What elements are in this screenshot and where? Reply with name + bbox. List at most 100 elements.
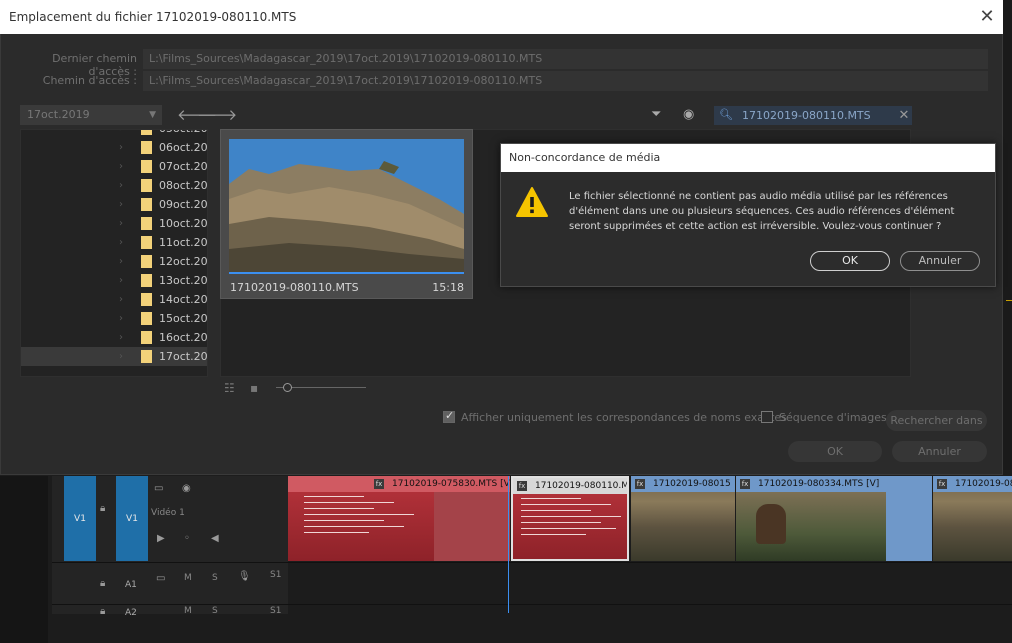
chevron-right-icon[interactable]: › <box>119 138 123 157</box>
solo-button-a1[interactable]: S <box>212 573 218 583</box>
image-sequence-checkbox[interactable] <box>761 411 773 423</box>
alert-ok-button[interactable]: OK <box>810 251 890 271</box>
folder-name: 13oct.2019 <box>159 274 208 287</box>
folder-name: 08oct.2019 <box>159 179 208 192</box>
s1-label-a1: S1 <box>270 570 282 580</box>
mute-button-a1[interactable]: M <box>184 573 192 583</box>
clip-name: 17102019-08 <box>955 479 1012 489</box>
folder-icon <box>141 198 152 211</box>
solo-button-a2[interactable]: S <box>212 606 218 616</box>
alert-message: Le fichier sélectionné ne contient pas a… <box>569 189 979 234</box>
forward-arrow-icon[interactable]: 🡒 <box>197 105 237 125</box>
v1-source-patch[interactable]: V1 <box>64 476 96 561</box>
folder-icon <box>141 217 152 230</box>
film-icon[interactable]: ▭ <box>154 483 163 494</box>
lock-icon-a1[interactable]: 🔒︎ <box>100 578 105 589</box>
timeline-clip[interactable]: fx 17102019-08015 <box>631 476 735 561</box>
fx-badge: fx <box>517 480 527 491</box>
playhead[interactable] <box>508 476 509 613</box>
folder-tree-item[interactable]: › 07oct.2019 <box>21 157 207 176</box>
chevron-right-icon[interactable]: › <box>119 157 123 176</box>
alert-title: Non-concordance de média <box>501 144 995 172</box>
clear-search-icon[interactable]: ✕ <box>897 106 911 125</box>
exact-match-checkbox[interactable]: ✓ <box>443 409 455 423</box>
folder-name: 17oct.2019 <box>159 350 208 363</box>
eye-icon[interactable]: ◉ <box>182 483 191 494</box>
folder-tree-item[interactable]: › 12oct.2019 <box>21 252 207 271</box>
folder-name: 09oct.2019 <box>159 198 208 211</box>
chevron-right-icon[interactable]: › <box>119 347 123 366</box>
close-icon[interactable]: ✕ <box>975 5 999 29</box>
chevron-right-icon[interactable]: › <box>119 195 123 214</box>
v1-target-track[interactable]: V1 <box>116 476 148 561</box>
folder-tree-item[interactable]: › 14oct.2019 <box>21 290 207 309</box>
chevron-right-icon[interactable]: › <box>119 214 123 233</box>
mute-button-a2[interactable]: M <box>184 606 192 616</box>
dialog-cancel-button[interactable]: Annuler <box>892 441 987 462</box>
microphone-icon[interactable]: 🎙︎ <box>238 571 251 582</box>
folder-tree-item[interactable]: › 11oct.2019 <box>21 233 207 252</box>
search-input[interactable]: 17102019-080110.MTS <box>714 106 912 125</box>
clip-name: 17102019-080110.M <box>535 481 627 491</box>
clip-name: 17102019-075830.MTS [V] <box>392 479 510 489</box>
folder-tree-item[interactable]: › 16oct.2019 <box>21 328 207 347</box>
zoom-slider-handle[interactable] <box>283 383 292 392</box>
chevron-right-icon[interactable]: › <box>119 290 123 309</box>
chevron-right-icon[interactable]: › <box>119 328 123 347</box>
lock-icon-a2[interactable]: 🔒︎ <box>100 606 105 617</box>
folder-name: 05oct.2019 <box>159 130 207 138</box>
chevron-right-icon[interactable]: › <box>119 271 123 290</box>
sync-icon[interactable]: ▭ <box>156 573 165 584</box>
check-icon: ✓ <box>445 409 455 422</box>
search-in-button[interactable]: Rechercher dans <box>886 410 987 431</box>
icon-view-icon[interactable]: ▪ <box>250 381 258 395</box>
folder-tree-item[interactable]: › 06oct.2019 <box>21 138 207 157</box>
chevron-right-icon[interactable]: › <box>119 252 123 271</box>
chevron-down-icon: ▼ <box>149 110 156 120</box>
folder-tree-item[interactable]: › 08oct.2019 <box>21 176 207 195</box>
file-thumbnail-image[interactable] <box>229 139 464 272</box>
list-view-icon[interactable]: ☷ <box>224 381 235 395</box>
folder-tree-item[interactable]: › 13oct.2019 <box>21 271 207 290</box>
path-label: Chemin d'accès : <box>42 74 137 87</box>
folder-name: 11oct.2019 <box>159 236 208 249</box>
folder-name: 12oct.2019 <box>159 255 208 268</box>
alert-message-line: d'élément dans une ou plusieurs séquence… <box>569 206 955 217</box>
path-field[interactable]: L:\Films_Sources\Madagascar_2019\17oct.2… <box>143 71 988 91</box>
timeline-clip[interactable]: fx 17102019-08 <box>933 476 1012 561</box>
folder-tree-item[interactable]: › 10oct.2019 <box>21 214 207 233</box>
prev-keyframe-icon[interactable]: ◀ <box>211 533 219 544</box>
alert-message-line: Le fichier sélectionné ne contient pas a… <box>569 191 948 202</box>
play-icon[interactable]: ▶ <box>157 533 165 544</box>
folder-tree-item[interactable]: › 05oct.2019 <box>21 130 207 138</box>
dialog-ok-button[interactable]: OK <box>788 441 882 462</box>
chevron-right-icon[interactable]: › <box>119 130 123 138</box>
alert-cancel-button[interactable]: Annuler <box>900 251 980 271</box>
clip-name: 17102019-080334.MTS [V] <box>758 479 880 489</box>
folder-icon <box>141 293 152 306</box>
folder-tree[interactable]: › 05oct.2019 › 06oct.2019 › 07oct.2019 › 08oct.… <box>20 129 208 377</box>
chevron-right-icon[interactable]: › <box>119 233 123 252</box>
s1-label-a2: S1 <box>270 606 282 616</box>
keyframe-icon[interactable]: ◦ <box>184 533 190 544</box>
lock-icon[interactable]: 🔒︎ <box>100 503 105 514</box>
exact-match-label: Afficher uniquement les correspondances … <box>461 411 787 424</box>
folder-dropdown-value: 17oct.2019 <box>27 108 90 121</box>
track-separator <box>52 604 1012 605</box>
filter-icon[interactable]: ⏷ <box>651 107 661 122</box>
chevron-right-icon[interactable]: › <box>119 309 123 328</box>
chevron-right-icon[interactable]: › <box>119 176 123 195</box>
folder-tree-item[interactable]: › 17oct.2019 <box>21 347 207 366</box>
a1-label[interactable]: A1 <box>125 580 137 590</box>
folder-tree-item[interactable]: › 15oct.2019 <box>21 309 207 328</box>
a2-label[interactable]: A2 <box>125 608 137 618</box>
timeline-clip[interactable]: fx 17102019-075830.MTS [V] <box>288 476 510 561</box>
eye-icon[interactable]: ◉ <box>683 107 694 122</box>
last-path-field: L:\Films_Sources\Madagascar_2019\17oct.2… <box>143 49 988 69</box>
timeline-clip-selected[interactable]: fx 17102019-080110.M <box>511 476 629 561</box>
timeline-clip[interactable]: fx 17102019-080334.MTS [V] <box>736 476 932 561</box>
folder-dropdown[interactable]: 17oct.2019 ▼ <box>20 105 162 125</box>
folder-icon <box>141 331 152 344</box>
folder-tree-item[interactable]: › 09oct.2019 <box>21 195 207 214</box>
folder-icon <box>141 350 152 363</box>
